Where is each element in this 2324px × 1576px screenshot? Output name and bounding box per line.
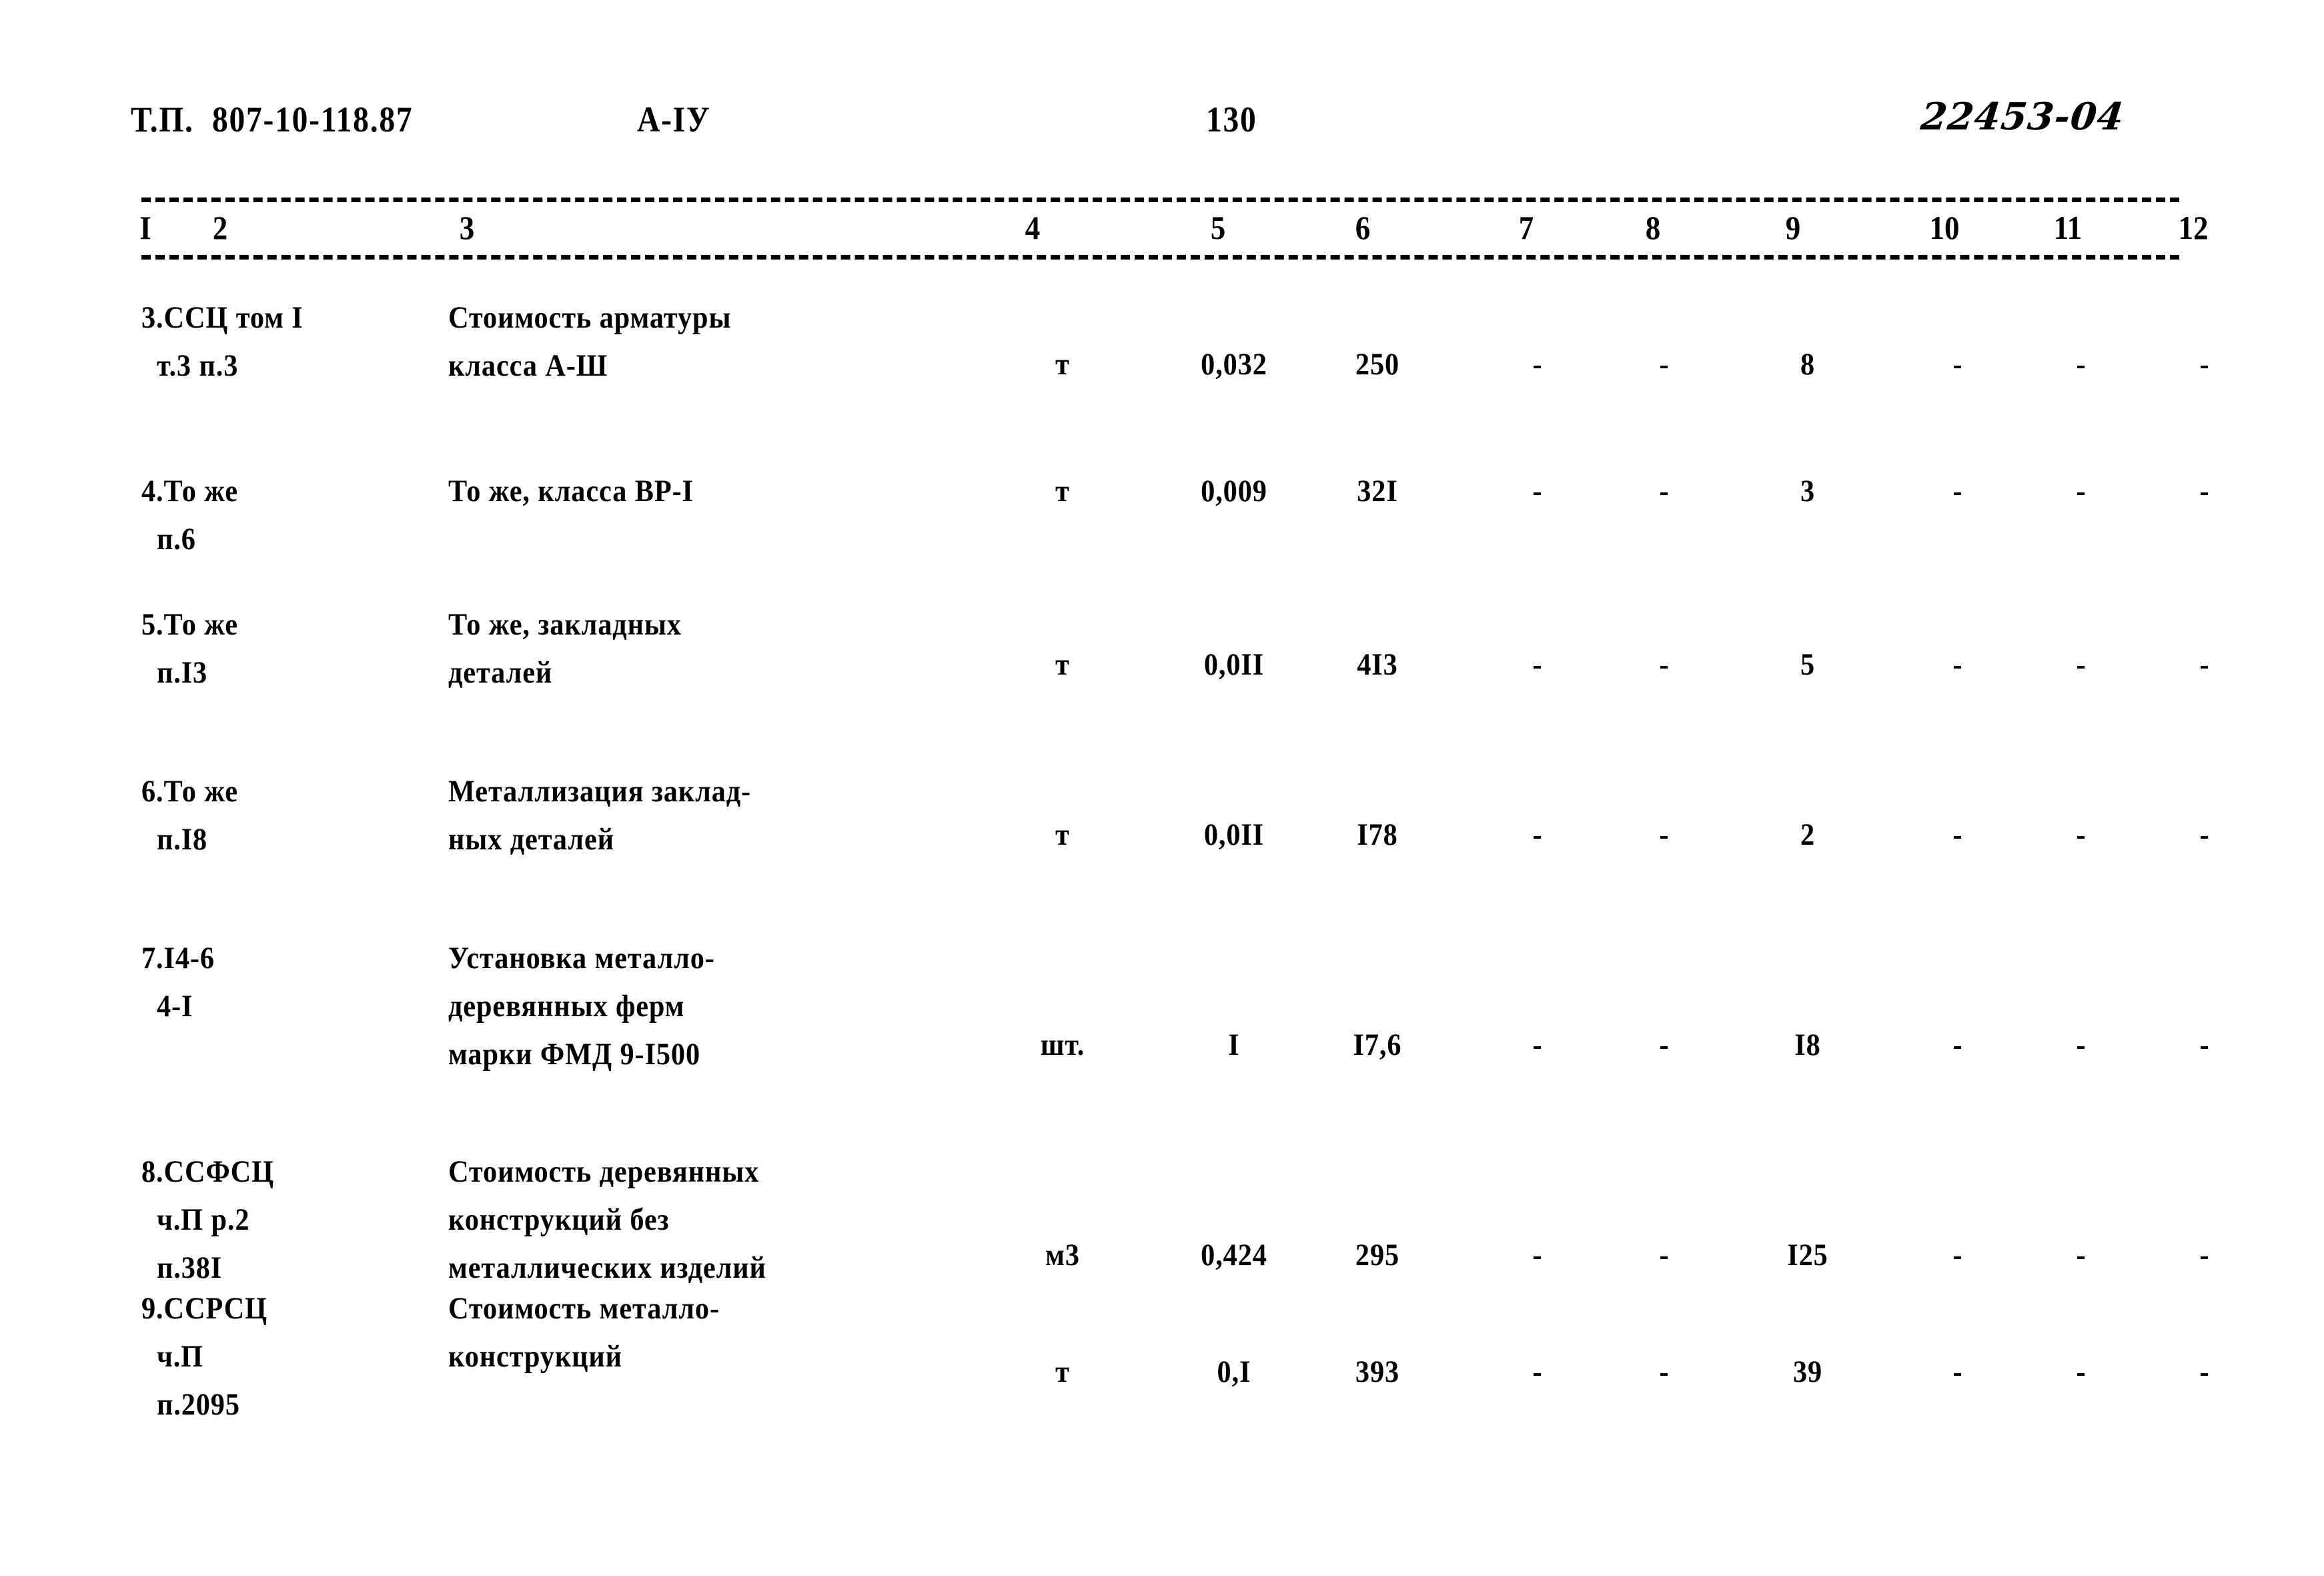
row-value-col6: 295 bbox=[1355, 1238, 1400, 1272]
row-value-col12: - bbox=[2199, 1028, 2210, 1062]
row-description: Металлизация заклад- ных деталей bbox=[448, 774, 752, 857]
row-value-col9: 2 bbox=[1800, 817, 1816, 852]
row-reference: 7.I4-6 4-I bbox=[141, 941, 215, 1024]
row-value-col6: 250 bbox=[1355, 347, 1400, 382]
row-value-col5: 0,0II bbox=[1203, 647, 1265, 682]
row-value-col7: - bbox=[1532, 474, 1543, 508]
row-value-col7: - bbox=[1532, 1354, 1543, 1389]
row-unit: шт. bbox=[1040, 1028, 1085, 1062]
row-unit: т bbox=[1055, 347, 1070, 382]
row-value-col12: - bbox=[2199, 1238, 2210, 1272]
row-value-col10: - bbox=[1952, 1238, 1963, 1272]
row-value-col11: - bbox=[2076, 1354, 2087, 1389]
row-value-col7: - bbox=[1532, 1028, 1543, 1062]
row-unit: т bbox=[1055, 817, 1070, 852]
row-value-col11: - bbox=[2076, 1238, 2087, 1272]
row-reference: 6.То же п.I8 bbox=[141, 774, 238, 857]
document-page: Т.П. 807-10-118.87 А-IУ 130 22453-04 I23… bbox=[0, 0, 2324, 1576]
row-value-col5: 0,032 bbox=[1201, 347, 1267, 382]
row-value-col10: - bbox=[1952, 817, 1963, 852]
row-value-col5: 0,424 bbox=[1201, 1238, 1267, 1272]
row-reference: 5.То же п.I3 bbox=[141, 607, 238, 690]
row-value-col10: - bbox=[1952, 347, 1963, 382]
row-value-col10: - bbox=[1952, 474, 1963, 508]
table-body: 3.ССЦ том I т.3 п.3 Стоимость арматуры кл… bbox=[0, 0, 2324, 1576]
row-value-col11: - bbox=[2076, 817, 2087, 852]
row-value-col8: - bbox=[1659, 1238, 1670, 1272]
row-value-col8: - bbox=[1659, 347, 1670, 382]
row-value-col6: I7,6 bbox=[1353, 1028, 1402, 1062]
row-value-col7: - bbox=[1532, 817, 1543, 852]
row-value-col6: 393 bbox=[1355, 1354, 1400, 1389]
row-value-col6: I78 bbox=[1357, 817, 1398, 852]
row-value-col12: - bbox=[2199, 817, 2210, 852]
row-unit: т bbox=[1055, 474, 1070, 508]
row-value-col9: I8 bbox=[1794, 1028, 1821, 1062]
row-value-col9: 5 bbox=[1800, 647, 1816, 682]
row-value-col12: - bbox=[2199, 1354, 2210, 1389]
row-value-col12: - bbox=[2199, 347, 2210, 382]
row-value-col11: - bbox=[2076, 1028, 2087, 1062]
row-value-col8: - bbox=[1659, 647, 1670, 682]
row-reference: 9.ССРСЦ ч.П п.2095 bbox=[141, 1291, 267, 1422]
row-value-col7: - bbox=[1532, 1238, 1543, 1272]
row-description: То же, закладных деталей bbox=[448, 607, 682, 690]
row-unit: м3 bbox=[1045, 1238, 1080, 1272]
row-reference: 3.ССЦ том I т.3 п.3 bbox=[141, 300, 304, 383]
row-value-col7: - bbox=[1532, 647, 1543, 682]
row-value-col5: 0,009 bbox=[1201, 474, 1267, 508]
row-value-col11: - bbox=[2076, 474, 2087, 508]
row-unit: т bbox=[1055, 1354, 1070, 1389]
row-value-col12: - bbox=[2199, 647, 2210, 682]
row-value-col11: - bbox=[2076, 647, 2087, 682]
row-unit: т bbox=[1055, 647, 1070, 682]
row-value-col8: - bbox=[1659, 817, 1670, 852]
row-value-col9: 8 bbox=[1800, 347, 1816, 382]
row-description: То же, класса ВР-I bbox=[448, 474, 694, 508]
row-value-col10: - bbox=[1952, 1028, 1963, 1062]
row-value-col5: 0,0II bbox=[1203, 817, 1265, 852]
row-value-col8: - bbox=[1659, 1028, 1670, 1062]
row-description: Установка металло- деревянных ферм марки… bbox=[448, 941, 715, 1072]
row-reference: 4.То же п.6 bbox=[141, 474, 238, 556]
row-value-col5: I bbox=[1228, 1028, 1240, 1062]
row-value-col9: 39 bbox=[1792, 1354, 1823, 1389]
row-value-col12: - bbox=[2199, 474, 2210, 508]
row-value-col5: 0,I bbox=[1217, 1354, 1251, 1389]
row-value-col10: - bbox=[1952, 647, 1963, 682]
row-value-col10: - bbox=[1952, 1354, 1963, 1389]
row-value-col7: - bbox=[1532, 347, 1543, 382]
row-value-col9: I25 bbox=[1787, 1238, 1828, 1272]
row-value-col6: 32I bbox=[1357, 474, 1398, 508]
row-value-col8: - bbox=[1659, 474, 1670, 508]
row-reference: 8.ССФСЦ ч.П р.2 п.38I bbox=[141, 1154, 274, 1285]
row-description: Стоимость металло- конструкций bbox=[448, 1291, 720, 1374]
row-value-col11: - bbox=[2076, 347, 2087, 382]
row-description: Стоимость деревянных конструкций без мет… bbox=[448, 1154, 766, 1285]
row-value-col6: 4I3 bbox=[1357, 647, 1398, 682]
row-value-col8: - bbox=[1659, 1354, 1670, 1389]
row-value-col9: 3 bbox=[1800, 474, 1816, 508]
row-description: Стоимость арматуры класса А-Ш bbox=[448, 300, 732, 383]
